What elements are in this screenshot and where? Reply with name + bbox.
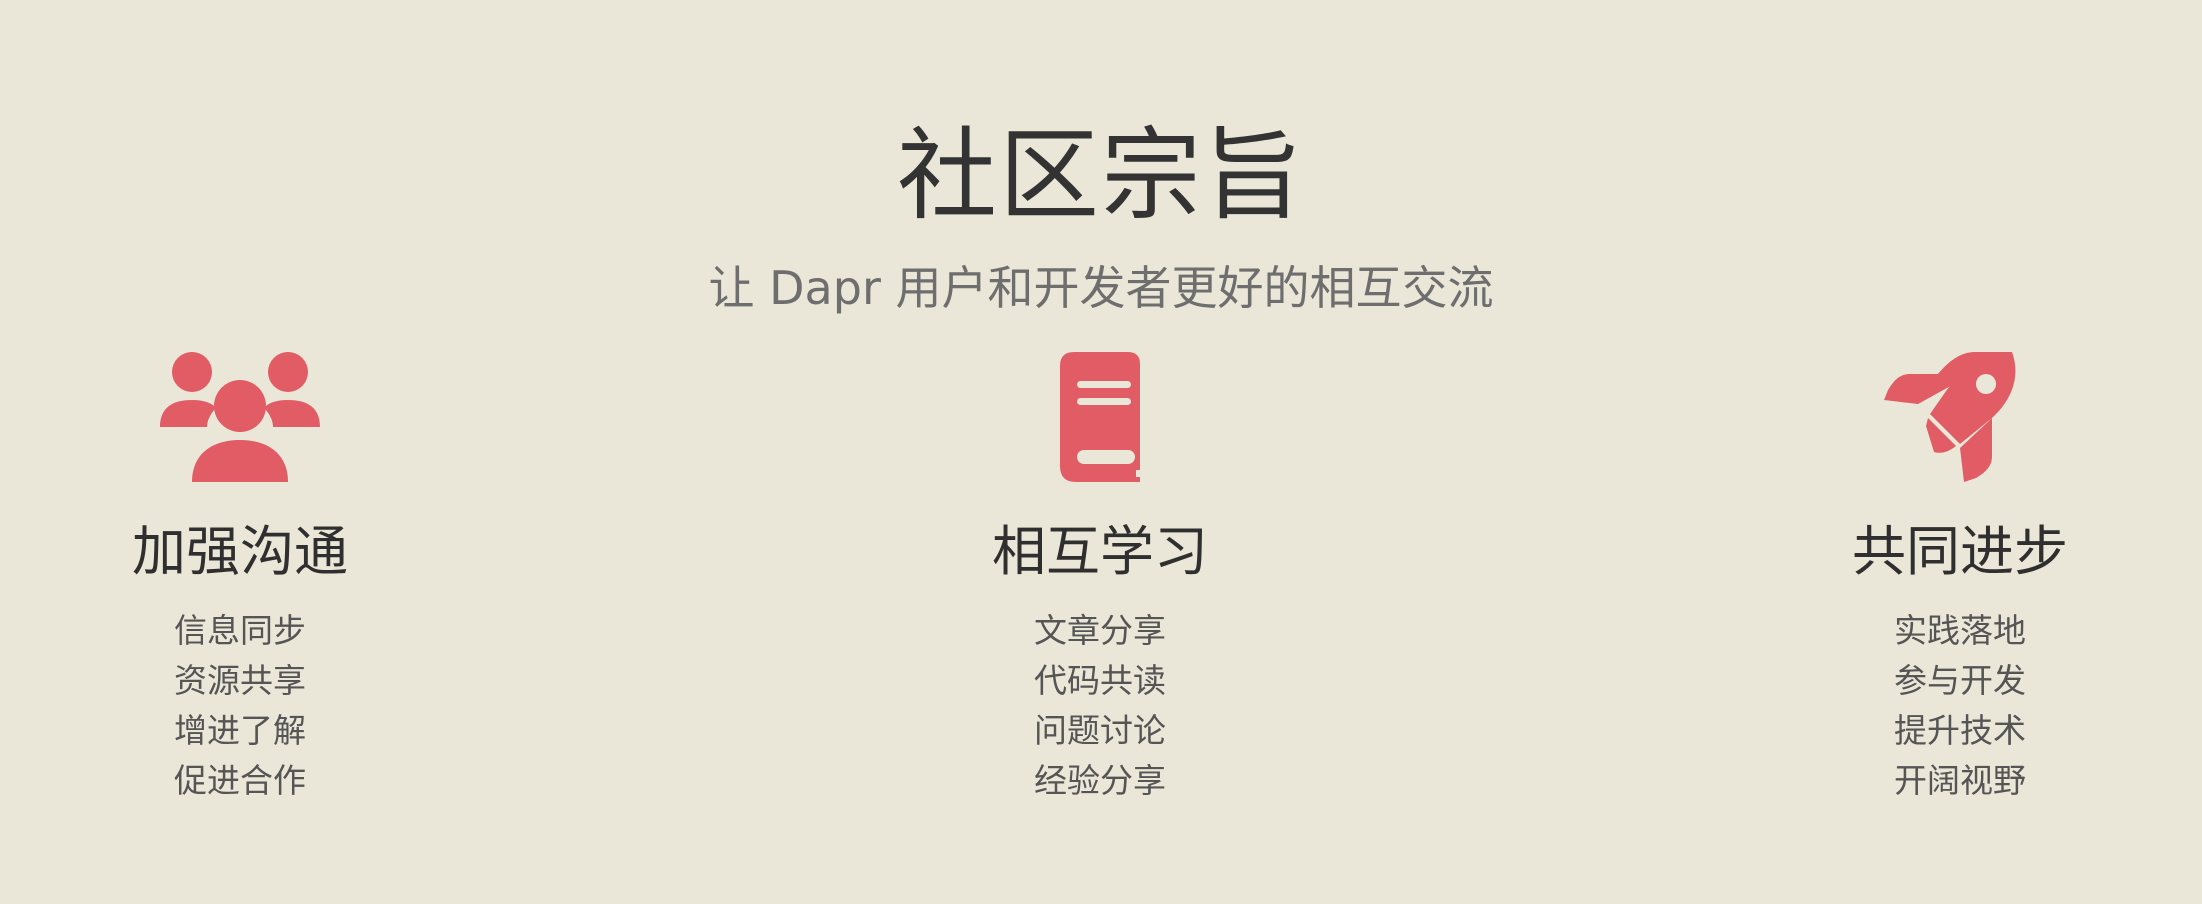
list-item: 实践落地 bbox=[1894, 611, 2026, 650]
page-subtitle: 让 Dapr 用户和开发者更好的相互交流 bbox=[708, 261, 1494, 315]
list-item: 信息同步 bbox=[174, 611, 306, 650]
list-item: 参与开发 bbox=[1894, 661, 2026, 700]
column-heading: 加强沟通 bbox=[132, 520, 348, 583]
column-item-list: 信息同步 资源共享 增进了解 促进合作 bbox=[30, 606, 450, 806]
list-item: 资源共享 bbox=[174, 661, 306, 700]
column-heading: 共同进步 bbox=[1852, 520, 2068, 583]
users-icon bbox=[160, 352, 320, 482]
rocket-icon bbox=[1880, 352, 2040, 482]
column-learning: 相互学习 文章分享 代码共读 问题讨论 经验分享 bbox=[890, 352, 1310, 806]
mission-slide: 社区宗旨 让 Dapr 用户和开发者更好的相互交流 加强沟通 信息同步 资源共享… bbox=[0, 0, 2202, 904]
book-icon bbox=[1020, 352, 1180, 482]
list-item: 提升技术 bbox=[1894, 711, 2026, 750]
column-progress: 共同进步 实践落地 参与开发 提升技术 开阔视野 bbox=[1750, 352, 2170, 806]
list-item: 代码共读 bbox=[1034, 661, 1166, 700]
list-item: 促进合作 bbox=[174, 761, 306, 800]
column-item-list: 实践落地 参与开发 提升技术 开阔视野 bbox=[1750, 606, 2170, 806]
list-item: 文章分享 bbox=[1034, 611, 1166, 650]
list-item: 开阔视野 bbox=[1894, 761, 2026, 800]
column-item-list: 文章分享 代码共读 问题讨论 经验分享 bbox=[890, 606, 1310, 806]
column-heading: 相互学习 bbox=[992, 520, 1208, 583]
column-communication: 加强沟通 信息同步 资源共享 增进了解 促进合作 bbox=[30, 352, 450, 806]
list-item: 经验分享 bbox=[1034, 761, 1166, 800]
page-title: 社区宗旨 bbox=[897, 117, 1305, 234]
list-item: 增进了解 bbox=[174, 711, 306, 750]
list-item: 问题讨论 bbox=[1034, 711, 1166, 750]
